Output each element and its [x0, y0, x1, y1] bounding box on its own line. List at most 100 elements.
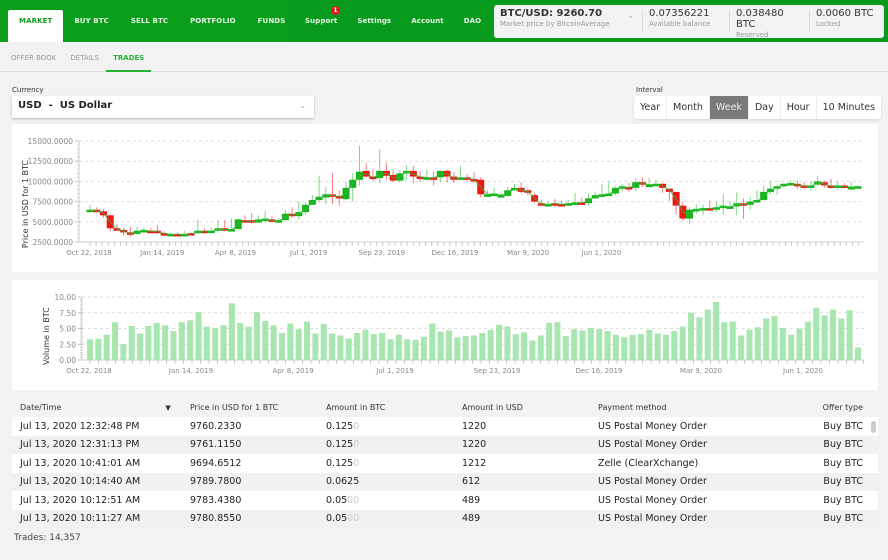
amount-usd-cell: 1220	[462, 420, 487, 432]
volume-bar	[487, 329, 494, 360]
price-cell: 9789.7800	[190, 476, 242, 488]
volume-bar	[596, 329, 603, 360]
volume-bar	[587, 327, 594, 360]
x-tick-label: Jan 14, 2019	[139, 249, 184, 257]
volume-bar	[479, 332, 486, 360]
volume-bar	[788, 334, 795, 360]
amount-padding: 00	[347, 494, 360, 506]
trades-table: Date/Time ▼ Price in USD for 1 BTC Amount…	[12, 397, 878, 528]
amount-padding: 0	[353, 439, 360, 451]
amount-value: 0.125	[326, 439, 354, 451]
amount-usd-cell: 1220	[462, 439, 487, 451]
table-row[interactable]: Jul 13, 2020 10:12:51 AM 9783.4380 0.0500 4…	[12, 491, 878, 510]
x-tick-label: Mar 9, 2020	[507, 249, 549, 257]
nav-dao[interactable]: DAO	[454, 10, 491, 32]
volume-bar	[212, 327, 219, 360]
x-tick-label: Sep 23, 2019	[474, 367, 521, 375]
y-tick-label: 10000.0000	[28, 177, 74, 186]
x-tick-label: Oct 22, 2018	[66, 249, 112, 257]
volume-bar	[855, 347, 861, 360]
amount-usd-cell: 489	[462, 513, 481, 525]
tab-offer-book[interactable]: OFFER BOOK	[4, 42, 63, 72]
volume-bar	[245, 326, 252, 360]
col-price[interactable]: Price in USD for 1 BTC	[190, 403, 326, 412]
interval-day[interactable]: Day	[749, 96, 781, 119]
price-chart-panel: Price in USD for 1 BTC 15000.0000 12500.0…	[12, 124, 878, 272]
market-price-selector[interactable]: BTC/USD: 9260.70 Market price by Bitcoin…	[494, 5, 642, 38]
volume-bar	[137, 333, 144, 360]
volume-bar	[103, 334, 110, 360]
volume-bar	[203, 326, 210, 360]
col-amount-btc[interactable]: Amount in BTC	[326, 403, 462, 412]
volume-bar	[304, 321, 311, 360]
x-tick-label: Jun 1, 2020	[782, 367, 823, 375]
col-date-time[interactable]: Date/Time ▼	[12, 403, 190, 412]
nav-settings[interactable]: Settings	[347, 10, 401, 32]
volume-bar	[178, 322, 185, 360]
volume-bar	[704, 309, 711, 360]
volume-bar	[462, 336, 469, 360]
table-row[interactable]: Jul 13, 2020 10:11:27 AM 9780.8550 0.0500 4…	[12, 509, 878, 528]
volume-bar	[838, 318, 845, 360]
volume-bar	[354, 332, 361, 360]
interval-year[interactable]: Year	[634, 96, 668, 119]
table-row[interactable]: Jul 13, 2020 12:31:13 PM 9761.1150 0.1250 1…	[12, 435, 878, 454]
volume-bar	[813, 307, 820, 360]
amount-btc-cell: 0.1250	[326, 439, 462, 450]
nav-support[interactable]: Support 1	[295, 6, 347, 32]
price-cell: 9760.2330	[190, 420, 242, 432]
volume-bar	[228, 303, 235, 360]
currency-select[interactable]: USD - US Dollar ⌄	[12, 96, 314, 118]
volume-bar	[95, 338, 102, 360]
volume-bar-chart: Volume in BTC 10.00 7.50 5.00 2.50 0.00 Oct 2…	[42, 293, 864, 375]
col-amount-usd[interactable]: Amount in USD	[462, 403, 598, 412]
date-cell: Jul 13, 2020 10:41:01 AM	[20, 457, 141, 469]
interval-hour[interactable]: Hour	[781, 96, 817, 119]
volume-bar	[420, 336, 427, 360]
col-payment-method[interactable]: Payment method	[598, 403, 808, 412]
tab-trades[interactable]: TRADES	[106, 42, 152, 72]
secondary-nav: Support 1 Settings Account DAO	[295, 6, 491, 32]
y-tick-label: 7.50	[59, 309, 76, 318]
interval-week[interactable]: Week	[709, 96, 749, 119]
volume-bar	[295, 329, 302, 360]
tab-details[interactable]: DETAILS	[63, 42, 106, 72]
reserved-label: Reserved	[736, 31, 769, 39]
amount-btc-cell: 0.1250	[326, 421, 462, 432]
price-cell: 9783.4380	[190, 494, 242, 506]
primary-nav: MARKET BUY BTC SELL BTC PORTFOLIO FUNDS	[8, 10, 296, 42]
volume-bar	[521, 332, 528, 360]
nav-market[interactable]: MARKET	[8, 10, 64, 42]
interval-month[interactable]: Month	[667, 96, 710, 119]
price-candlestick-chart: Price in USD for 1 BTC 15000.0000 12500.0…	[21, 137, 864, 257]
table-row[interactable]: Jul 13, 2020 10:14:40 AM 9789.7800 0.0625 6…	[12, 472, 878, 491]
volume-bar	[721, 322, 728, 360]
nav-funds[interactable]: FUNDS	[247, 10, 297, 42]
locked-value: 0.0060 BTC	[816, 8, 874, 19]
table-row[interactable]: Jul 13, 2020 12:32:48 PM 9760.2330 0.1250 1…	[12, 417, 878, 436]
volume-bar	[220, 325, 227, 360]
available-balance: 0.07356221 Available balance	[643, 5, 729, 38]
amount-usd-cell: 489	[462, 494, 481, 506]
interval-label: Interval	[636, 86, 663, 94]
offer-type-cell: Buy BTC	[823, 476, 863, 488]
volume-y-axis-label: Volume in BTC	[42, 307, 51, 365]
amount-btc-cell: 0.0500	[326, 495, 462, 506]
date-cell: Jul 13, 2020 10:12:51 AM	[20, 494, 141, 506]
volume-bar	[663, 334, 669, 360]
nav-sell-btc[interactable]: SELL BTC	[120, 10, 179, 42]
offer-type-cell: Buy BTC	[823, 457, 863, 469]
y-tick-label: 5.00	[59, 325, 76, 334]
volume-bar	[713, 302, 720, 360]
nav-portfolio[interactable]: PORTFOLIO	[179, 10, 247, 42]
x-tick-label: Mar 9, 2020	[680, 367, 722, 375]
nav-buy-btc[interactable]: BUY BTC	[63, 10, 119, 42]
volume-bar	[679, 326, 686, 360]
col-offer-type[interactable]: Offer type	[808, 403, 863, 412]
volume-bar	[746, 329, 753, 360]
offer-type-cell: Buy BTC	[823, 420, 863, 432]
table-row[interactable]: Jul 13, 2020 10:41:01 AM 9694.6512 0.1250 1…	[12, 454, 878, 473]
table-scrollbar[interactable]	[871, 421, 876, 433]
nav-account[interactable]: Account	[401, 10, 454, 32]
interval-10-minutes[interactable]: 10 Minutes	[817, 96, 882, 119]
